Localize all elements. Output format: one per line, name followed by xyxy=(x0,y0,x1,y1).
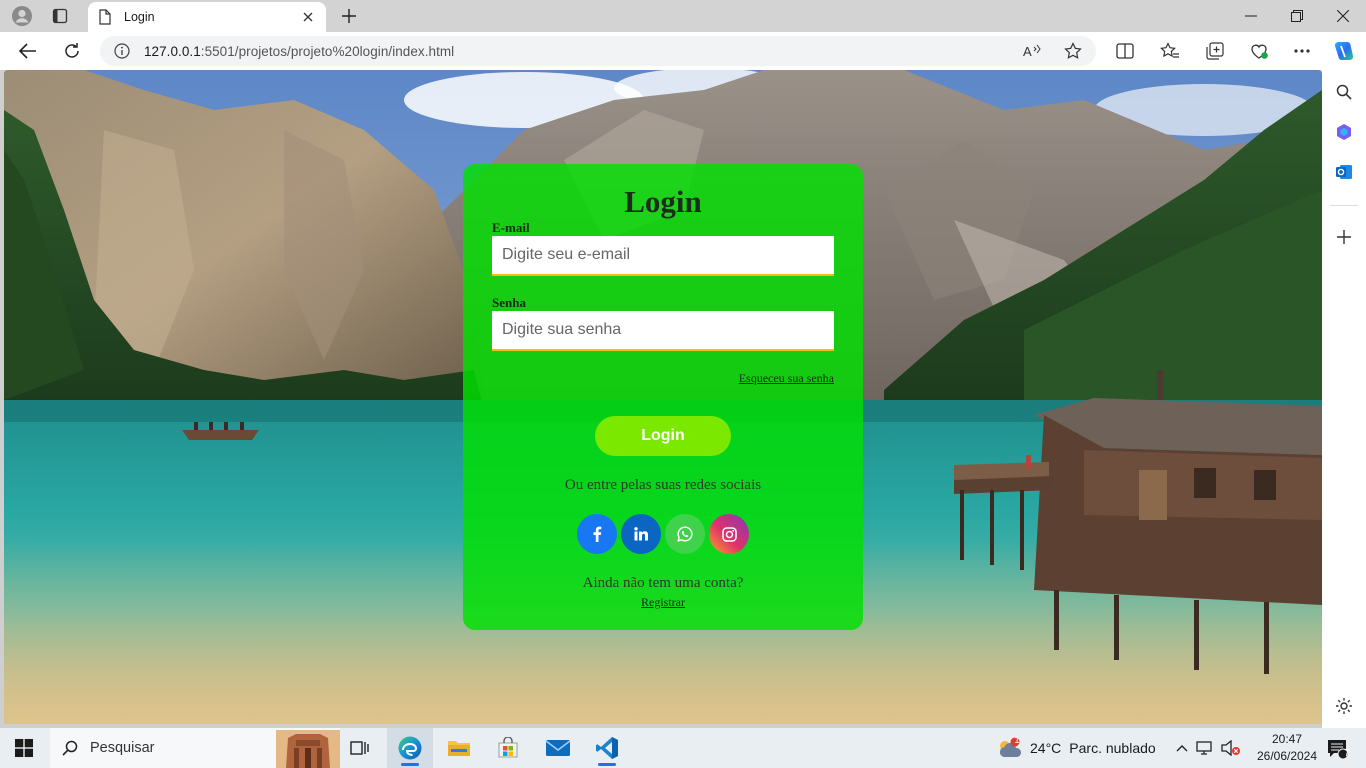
search-icon[interactable] xyxy=(1332,80,1356,104)
mail-icon xyxy=(545,740,571,756)
favorites-icon[interactable] xyxy=(1155,36,1185,66)
login-card: Login E-mail Senha Esqueceu sua senha Lo… xyxy=(463,164,863,630)
svg-text:A: A xyxy=(1023,44,1032,59)
forgot-password-link[interactable]: Esqueceu sua senha xyxy=(739,371,834,386)
login-button[interactable]: Login xyxy=(595,416,731,456)
minimize-button[interactable] xyxy=(1228,0,1274,32)
facebook-button[interactable] xyxy=(577,514,617,554)
folder-icon xyxy=(448,741,470,756)
close-window-button[interactable] xyxy=(1320,0,1366,32)
refresh-icon[interactable] xyxy=(57,36,87,66)
social-login-text: Ou entre pelas suas redes sociais xyxy=(564,477,762,493)
login-title: Login xyxy=(624,184,702,219)
instagram-icon xyxy=(721,526,737,542)
vscode-icon xyxy=(596,737,618,759)
read-aloud-icon[interactable]: A xyxy=(1018,36,1048,66)
search-icon xyxy=(62,740,78,756)
favorite-star-icon[interactable] xyxy=(1058,36,1088,66)
active-indicator xyxy=(401,763,419,766)
facebook-icon xyxy=(593,526,602,542)
start-button[interactable] xyxy=(0,728,48,768)
weather-widget[interactable]: 1 24°C Parc. nublado xyxy=(996,728,1156,768)
store-icon xyxy=(498,737,518,758)
taskbar-clock[interactable]: 20:47 26/06/2024 xyxy=(1252,731,1322,765)
page-icon xyxy=(99,9,111,25)
split-screen-icon[interactable] xyxy=(1110,36,1140,66)
weather-desc: Parc. nublado xyxy=(1069,740,1156,756)
instagram-button[interactable] xyxy=(709,514,749,554)
tab-title: Login xyxy=(124,10,155,24)
sidebar-divider xyxy=(1330,205,1358,206)
edge-icon xyxy=(398,736,422,760)
add-icon[interactable] xyxy=(1332,225,1356,249)
restore-button[interactable] xyxy=(1274,0,1320,32)
profile-icon[interactable] xyxy=(8,5,36,27)
taskbar-store[interactable] xyxy=(485,728,531,768)
taskbar-file-explorer[interactable] xyxy=(436,728,482,768)
weather-temp: 24°C xyxy=(1030,740,1062,756)
taskbar-vscode[interactable] xyxy=(584,728,630,768)
chevron-up-icon[interactable] xyxy=(1172,744,1192,752)
taskbar-edge[interactable] xyxy=(387,728,433,768)
whatsapp-icon xyxy=(677,526,693,542)
weather-badge: 1 xyxy=(1014,735,1020,745)
network-icon[interactable] xyxy=(1192,740,1218,756)
taskbar-search-box[interactable]: Pesquisar xyxy=(50,728,340,768)
new-tab-button[interactable] xyxy=(336,5,362,27)
register-link[interactable]: Registrar xyxy=(463,595,863,610)
password-input[interactable] xyxy=(492,311,834,351)
password-label: Senha xyxy=(492,295,526,310)
system-tray xyxy=(1172,728,1244,768)
linkedin-icon xyxy=(634,527,648,541)
register-link-label[interactable]: Registrar xyxy=(641,595,685,609)
search-highlight-image xyxy=(276,730,340,768)
notifications-button[interactable]: 7 xyxy=(1322,734,1352,764)
taskbar-search-label: Pesquisar xyxy=(90,740,155,756)
task-view-icon xyxy=(350,741,369,755)
tab-login[interactable]: Login xyxy=(88,2,326,32)
tab-actions-icon[interactable] xyxy=(46,5,74,27)
page-viewport: Login E-mail Senha Esqueceu sua senha Lo… xyxy=(4,70,1322,724)
clock-time: 20:47 xyxy=(1271,732,1303,746)
clock-date: 26/06/2024 xyxy=(1256,749,1318,763)
collections-icon[interactable] xyxy=(1200,36,1230,66)
linkedin-button[interactable] xyxy=(621,514,661,554)
settings-more-icon[interactable] xyxy=(1287,36,1317,66)
back-icon[interactable] xyxy=(13,36,43,66)
notification-count: 7 xyxy=(1344,748,1350,759)
active-indicator xyxy=(598,763,616,766)
email-label: E-mail xyxy=(492,220,530,235)
copilot-sidebar-icon[interactable] xyxy=(1332,120,1356,144)
info-icon[interactable] xyxy=(114,43,130,59)
email-input[interactable] xyxy=(492,236,834,276)
windows-logo-icon xyxy=(15,739,33,757)
volume-muted-icon[interactable] xyxy=(1218,740,1244,756)
whatsapp-button[interactable] xyxy=(665,514,705,554)
address-bar[interactable]: 127.0.0.1:5501/projetos/projeto%20login/… xyxy=(100,36,1096,66)
task-view-button[interactable] xyxy=(337,728,383,768)
sidebar-settings-icon[interactable] xyxy=(1332,694,1356,718)
browser-essentials-icon[interactable] xyxy=(1244,36,1274,66)
taskbar-mail[interactable] xyxy=(535,728,581,768)
outlook-icon[interactable] xyxy=(1332,160,1356,184)
address-url: 127.0.0.1:5501/projetos/projeto%20login/… xyxy=(144,43,455,59)
copilot-icon[interactable] xyxy=(1329,36,1359,66)
close-tab-icon[interactable] xyxy=(300,9,316,25)
no-account-text: Ainda não tem uma conta? xyxy=(582,575,744,591)
